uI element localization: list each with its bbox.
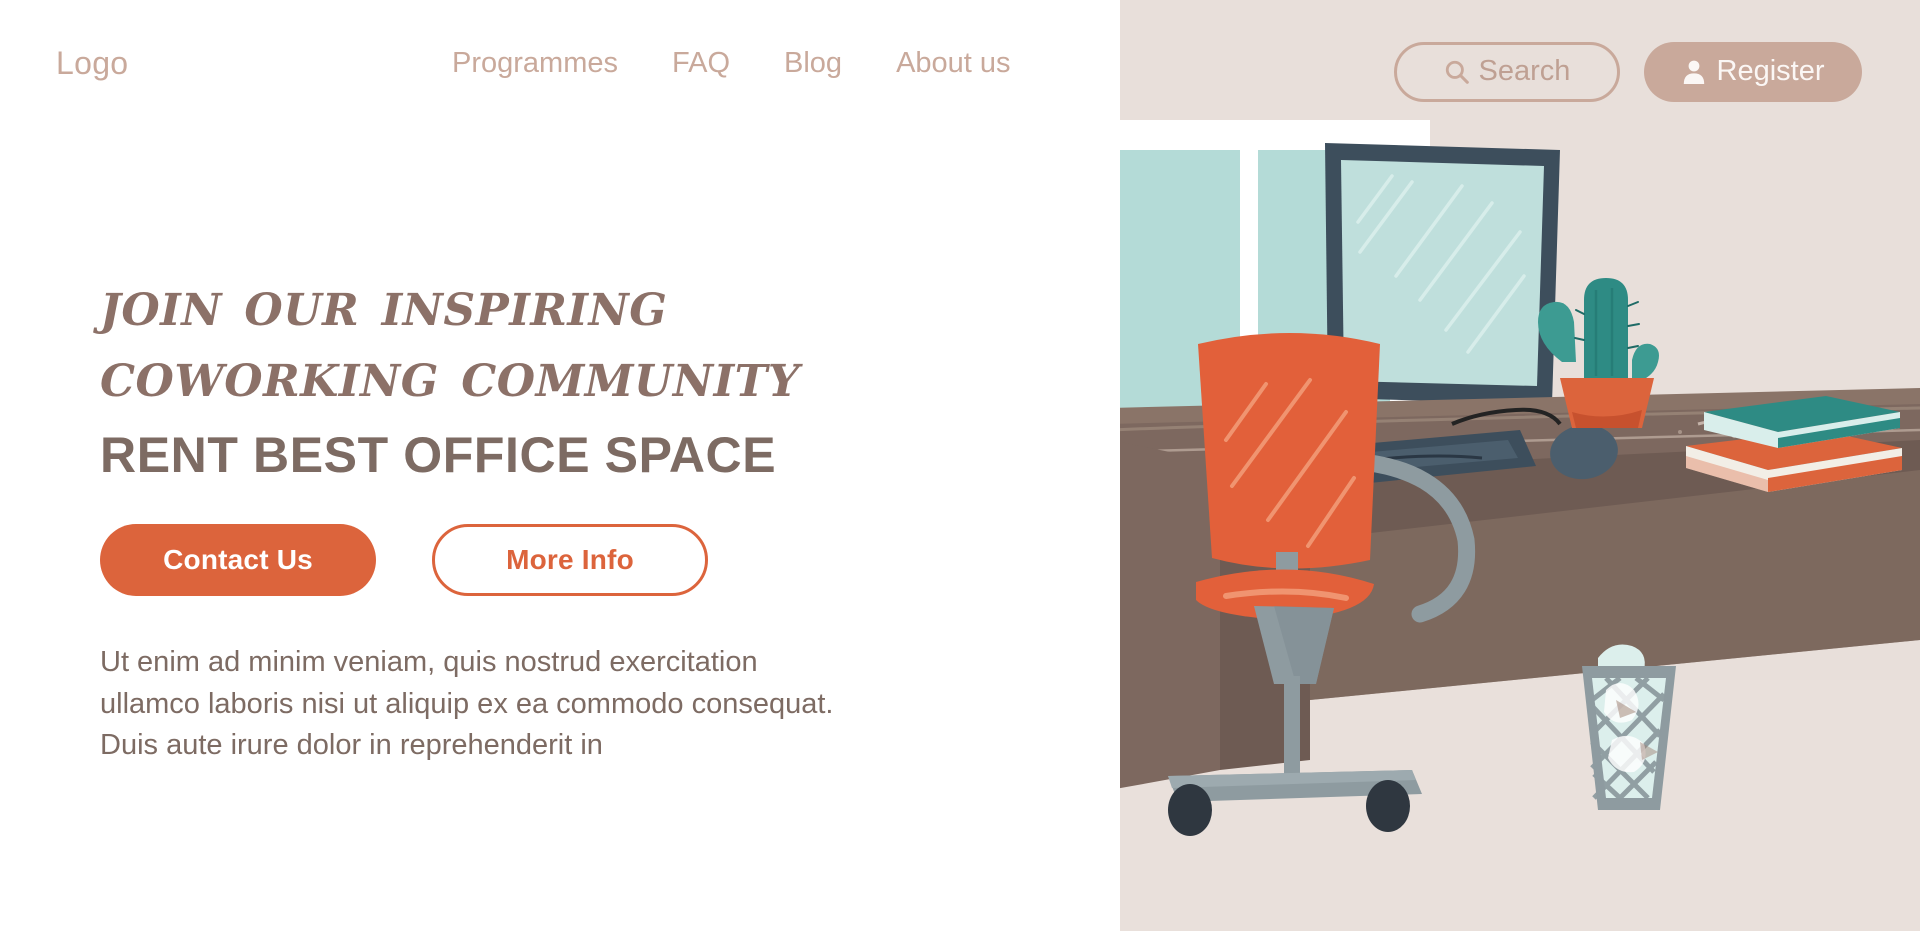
user-icon xyxy=(1683,60,1704,84)
headline-line-2: Coworking Community xyxy=(100,337,800,412)
contact-us-button[interactable]: Contact Us xyxy=(100,524,376,597)
hero-section: Join Our Inspiring Coworking Community R… xyxy=(100,266,900,766)
nav-link-blog[interactable]: Blog xyxy=(784,47,842,80)
register-label: Register xyxy=(1716,54,1825,87)
nav-links: Programmes FAQ Blog About us xyxy=(452,47,1011,80)
nav-link-about-us[interactable]: About us xyxy=(896,47,1010,80)
page-title: Join Our Inspiring Coworking Community xyxy=(100,266,900,412)
landing-page: Logo Programmes FAQ Blog About us Search… xyxy=(0,0,1920,931)
search-box[interactable]: Search xyxy=(1394,42,1620,102)
nav-link-faq[interactable]: FAQ xyxy=(672,47,730,80)
cta-row: Contact Us More Info xyxy=(100,524,900,597)
wastebasket xyxy=(1582,644,1676,810)
hero-body-text: Ut enim ad minim veniam, quis nostrud ex… xyxy=(100,646,834,761)
search-icon xyxy=(1445,60,1469,84)
search-placeholder: Search xyxy=(1478,54,1571,87)
page-subtitle: RENT BEST OFFICE SPACE xyxy=(100,427,777,484)
logo[interactable]: Logo xyxy=(56,45,128,82)
more-info-button[interactable]: More Info xyxy=(432,524,708,597)
hero-illustration xyxy=(1120,0,1920,931)
nav-link-programmes[interactable]: Programmes xyxy=(452,47,618,80)
headline-line-1: Join Our Inspiring xyxy=(100,266,668,340)
register-button[interactable]: Register xyxy=(1644,42,1862,102)
